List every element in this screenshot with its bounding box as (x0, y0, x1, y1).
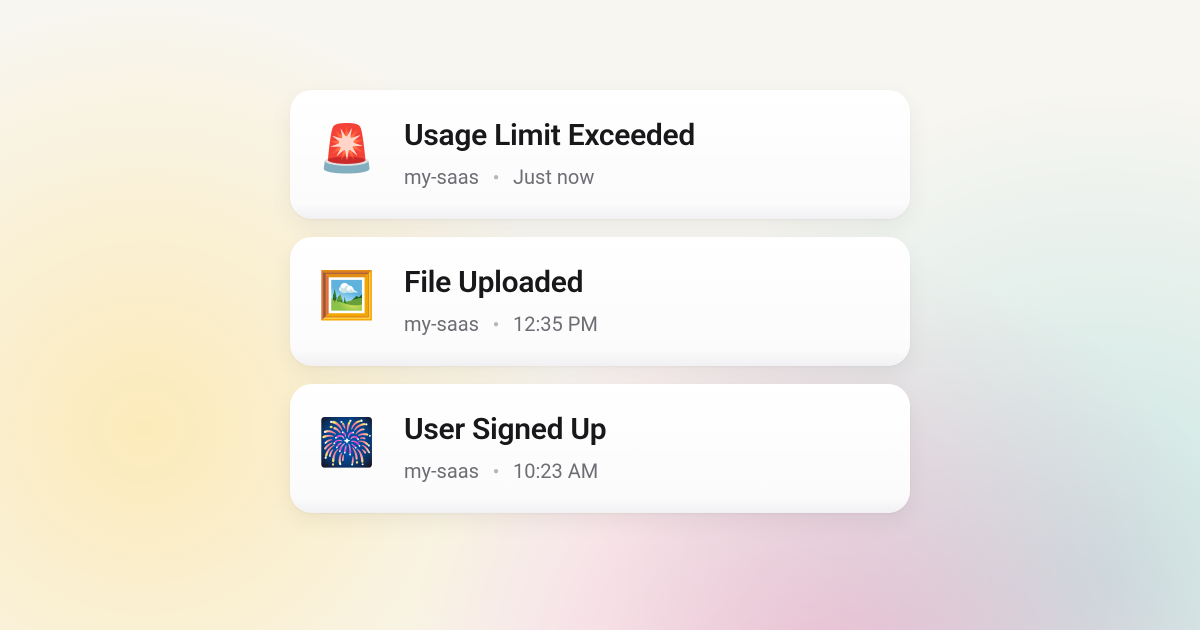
notification-title: Usage Limit Exceeded (404, 118, 695, 153)
notification-card[interactable]: 🎆 User Signed Up my-saas ● 10:23 AM (290, 384, 910, 513)
notification-time: 10:23 AM (513, 459, 598, 483)
meta-separator: ● (493, 319, 499, 330)
notification-meta: my-saas ● 10:23 AM (404, 459, 606, 483)
notification-body: User Signed Up my-saas ● 10:23 AM (404, 412, 606, 483)
notification-meta: my-saas ● Just now (404, 165, 695, 189)
siren-icon: 🚨 (320, 122, 374, 176)
notification-list: 🚨 Usage Limit Exceeded my-saas ● Just no… (290, 90, 910, 513)
notification-title: File Uploaded (404, 265, 598, 300)
notification-source: my-saas (404, 459, 479, 483)
notification-time: 12:35 PM (513, 312, 598, 336)
notification-meta: my-saas ● 12:35 PM (404, 312, 598, 336)
picture-icon: 🖼️ (320, 269, 374, 323)
fireworks-icon: 🎆 (320, 416, 374, 470)
meta-separator: ● (493, 466, 499, 477)
notification-card[interactable]: 🖼️ File Uploaded my-saas ● 12:35 PM (290, 237, 910, 366)
notification-time: Just now (513, 165, 594, 189)
notification-body: Usage Limit Exceeded my-saas ● Just now (404, 118, 695, 189)
notification-source: my-saas (404, 165, 479, 189)
notification-source: my-saas (404, 312, 479, 336)
notification-title: User Signed Up (404, 412, 606, 447)
notification-card[interactable]: 🚨 Usage Limit Exceeded my-saas ● Just no… (290, 90, 910, 219)
meta-separator: ● (493, 172, 499, 183)
notification-body: File Uploaded my-saas ● 12:35 PM (404, 265, 598, 336)
